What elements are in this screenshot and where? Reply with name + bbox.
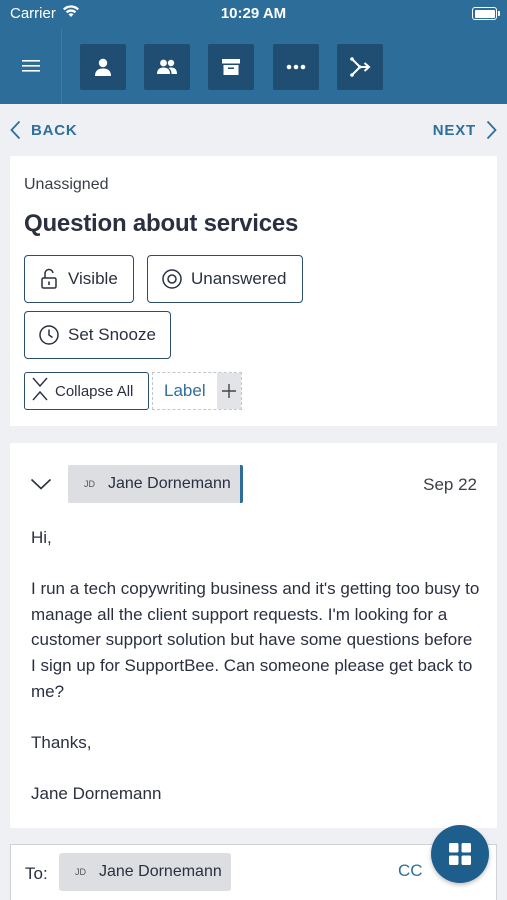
apps-fab-button[interactable]	[431, 825, 489, 883]
back-button[interactable]: BACK	[10, 120, 78, 140]
app-header: Carrier 10:29 AM	[0, 0, 507, 104]
message-date: Sep 22	[423, 475, 477, 494]
message-text: I run a tech copywriting business and it…	[31, 579, 480, 701]
chevron-left-icon	[10, 120, 21, 140]
more-icon	[286, 64, 306, 70]
archive-icon	[222, 59, 240, 75]
recipient-avatar: JD	[75, 867, 86, 877]
clock-icon	[38, 324, 60, 346]
label-placeholder: Label	[164, 381, 206, 400]
set-snooze-button[interactable]: Set Snooze	[24, 311, 171, 359]
clock: 10:29 AM	[220, 5, 287, 22]
menu-icon	[21, 60, 40, 72]
assign-user-button[interactable]	[80, 44, 126, 90]
recipient-chip[interactable]: JD Jane Dornemann	[59, 853, 231, 891]
chevron-right-icon	[486, 120, 497, 140]
assignee-label[interactable]: Unassigned	[24, 176, 109, 194]
merge-icon	[350, 57, 371, 77]
merge-button[interactable]	[337, 44, 383, 90]
ticket-header-card: Unassigned Question about services Visib…	[10, 156, 497, 426]
visibility-label: Visible	[68, 269, 118, 288]
ticket-navigation: BACK NEXT	[0, 104, 507, 156]
message-signature: Jane Dornemann	[31, 783, 162, 803]
archive-button[interactable]	[208, 44, 254, 90]
reply-compose-bar: To: JD Jane Dornemann CC	[10, 844, 497, 900]
next-button[interactable]: NEXT	[433, 120, 497, 140]
back-label: BACK	[31, 121, 78, 139]
message-body: Hi, I run a tech copywriting business an…	[31, 525, 481, 832]
message-card: JD Jane Dornemann Sep 22 Hi, I run a tec…	[10, 443, 497, 828]
collapse-icon	[31, 376, 49, 406]
message-greeting: Hi,	[31, 528, 52, 547]
unlock-icon	[38, 268, 60, 290]
ticket-title: Question about services	[24, 210, 299, 237]
person-icon	[95, 58, 111, 76]
add-label-button[interactable]	[217, 373, 241, 409]
chevron-down-icon[interactable]	[30, 477, 52, 495]
menu-button[interactable]	[0, 28, 62, 104]
snooze-label: Set Snooze	[68, 325, 156, 344]
answer-status-button[interactable]: Unanswered	[147, 255, 303, 303]
message-closing: Thanks,	[31, 732, 92, 752]
avatar: JD	[84, 479, 95, 489]
plus-icon	[222, 384, 236, 398]
visibility-button[interactable]: Visible	[24, 255, 134, 303]
sender-name: Jane Dornemann	[108, 475, 231, 492]
group-icon	[157, 59, 177, 74]
recipient-name: Jane Dornemann	[99, 863, 222, 880]
collapse-all-button[interactable]: Collapse All	[24, 372, 149, 410]
collapse-label: Collapse All	[55, 382, 134, 400]
more-options-button[interactable]	[273, 44, 319, 90]
cc-button[interactable]: CC	[398, 861, 423, 881]
target-icon	[161, 268, 183, 290]
grid-icon	[449, 843, 471, 865]
battery-icon	[472, 7, 500, 20]
to-label: To:	[25, 864, 48, 883]
label-field[interactable]: Label	[152, 372, 242, 410]
status-bar: Carrier 10:29 AM	[0, 0, 507, 28]
assign-team-button[interactable]	[144, 44, 190, 90]
sender-chip[interactable]: JD Jane Dornemann	[68, 465, 243, 503]
next-label: NEXT	[432, 121, 476, 139]
answer-status-label: Unanswered	[191, 269, 287, 288]
